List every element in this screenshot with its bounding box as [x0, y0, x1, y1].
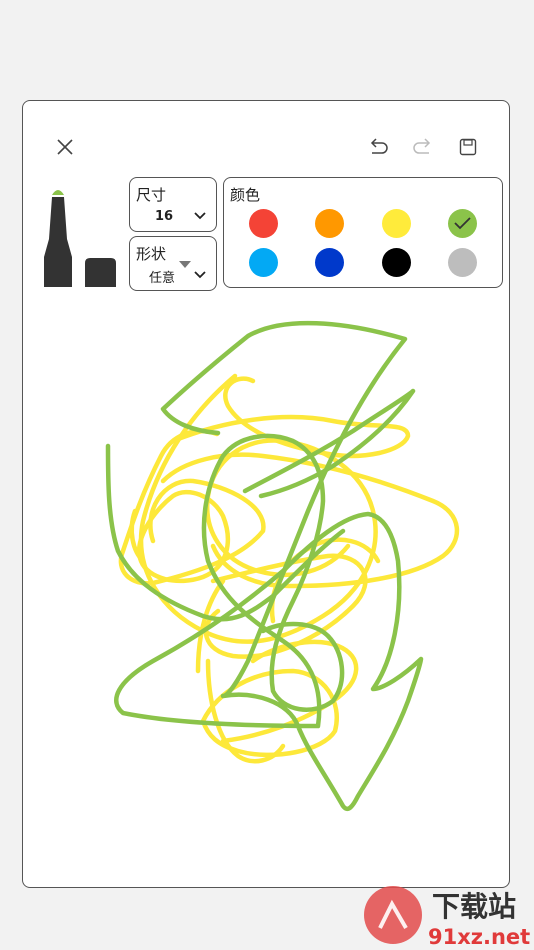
watermark-logo-icon [364, 886, 422, 944]
watermark: 下载站 91xz.net [364, 886, 530, 949]
drawing-canvas[interactable] [23, 101, 511, 889]
green-stroke [105, 320, 424, 812]
drawing-panel: 尺寸 16 形状 任意 颜色 [22, 100, 510, 888]
watermark-domain: 91xz.net [428, 925, 530, 949]
watermark-brand: 下载站 [432, 890, 516, 923]
